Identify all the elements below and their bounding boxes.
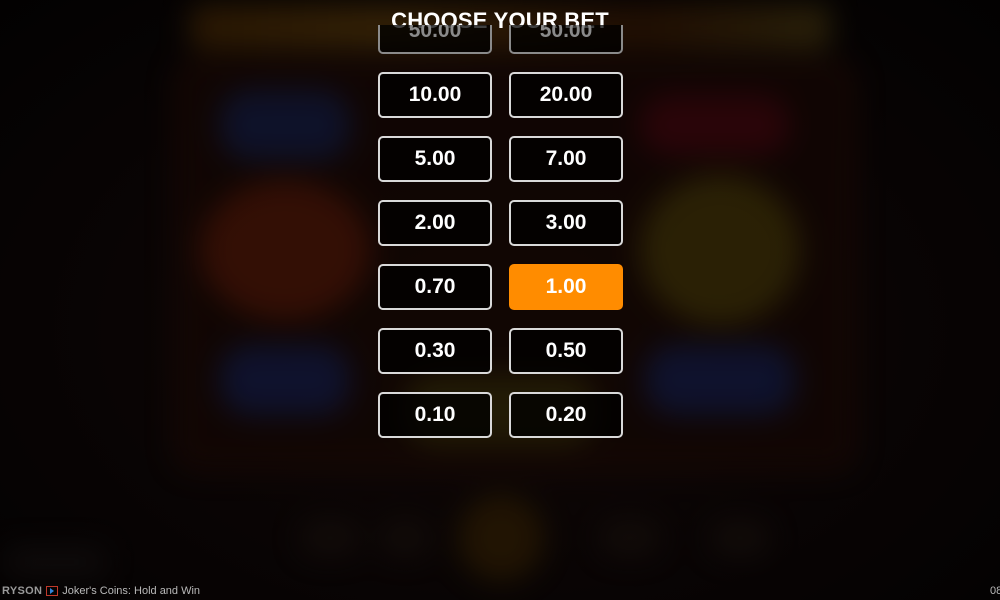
bet-option-0-10[interactable]: 0.10 [378, 392, 492, 438]
game-title: Joker's Coins: Hold and Win [62, 585, 201, 597]
clock-readout: 08 [990, 586, 1000, 597]
bet-option-5-00[interactable]: 5.00 [378, 136, 492, 182]
footer: RYSON Joker's Coins: Hold and Win [2, 585, 200, 597]
bet-option-0-50[interactable]: 0.50 [509, 328, 623, 374]
bet-option-0-30[interactable]: 0.30 [378, 328, 492, 374]
game-screen: CHOOSE YOUR BET 50.00 50.00 10.00 20.00 5.00… [0, 0, 1000, 600]
bet-option-0-20[interactable]: 0.20 [509, 392, 623, 438]
bet-option-10-00[interactable]: 10.00 [378, 72, 492, 118]
bet-options-grid: 50.00 50.00 10.00 20.00 5.00 7.00 2.00 3.00 0.70… [378, 25, 623, 438]
bet-options-list[interactable]: 50.00 50.00 10.00 20.00 5.00 7.00 2.00 3.00 0.70… [378, 25, 624, 455]
bet-option-20-00[interactable]: 20.00 [509, 72, 623, 118]
bet-option-3-00[interactable]: 3.00 [509, 200, 623, 246]
provider-logo-icon [46, 586, 59, 596]
provider-name: RYSON [2, 585, 43, 597]
bet-option-50-00[interactable]: 50.00 [378, 25, 492, 54]
bet-option-1-00[interactable]: 1.00 [509, 264, 623, 310]
bet-option-7-00[interactable]: 7.00 [509, 136, 623, 182]
bet-option-0-70[interactable]: 0.70 [378, 264, 492, 310]
bet-option-2-00[interactable]: 2.00 [378, 200, 492, 246]
bet-option-50-00[interactable]: 50.00 [509, 25, 623, 54]
